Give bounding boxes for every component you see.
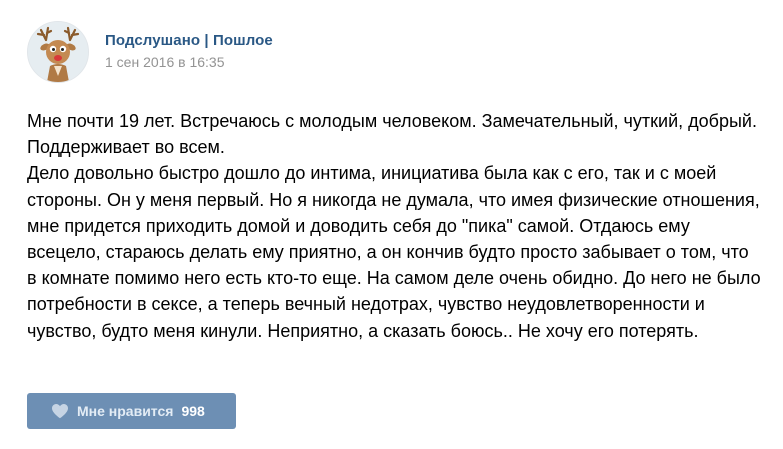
post-text: Мне почти 19 лет. Встречаюсь с молодым ч… <box>27 108 762 344</box>
post-card: Подслушано | Пошлое 1 сен 2016 в 16:35 М… <box>0 0 783 449</box>
avatar[interactable] <box>27 21 89 83</box>
like-button[interactable]: Мне нравится 998 <box>27 393 236 429</box>
like-count: 998 <box>181 403 205 419</box>
post-date[interactable]: 1 сен 2016 в 16:35 <box>105 52 273 72</box>
post-paragraph: Мне почти 19 лет. Встречаюсь с молодым ч… <box>27 111 757 158</box>
author-link[interactable]: Подслушано | Пошлое <box>105 31 273 51</box>
heart-icon <box>52 404 68 419</box>
post-paragraph: Дело довольно быстро дошло до интима, ин… <box>27 163 761 341</box>
post-header: Подслушано | Пошлое 1 сен 2016 в 16:35 <box>27 20 273 84</box>
like-label: Мне нравится <box>77 403 174 419</box>
post-meta: Подслушано | Пошлое 1 сен 2016 в 16:35 <box>105 31 273 72</box>
deer-avatar-icon <box>28 22 88 82</box>
